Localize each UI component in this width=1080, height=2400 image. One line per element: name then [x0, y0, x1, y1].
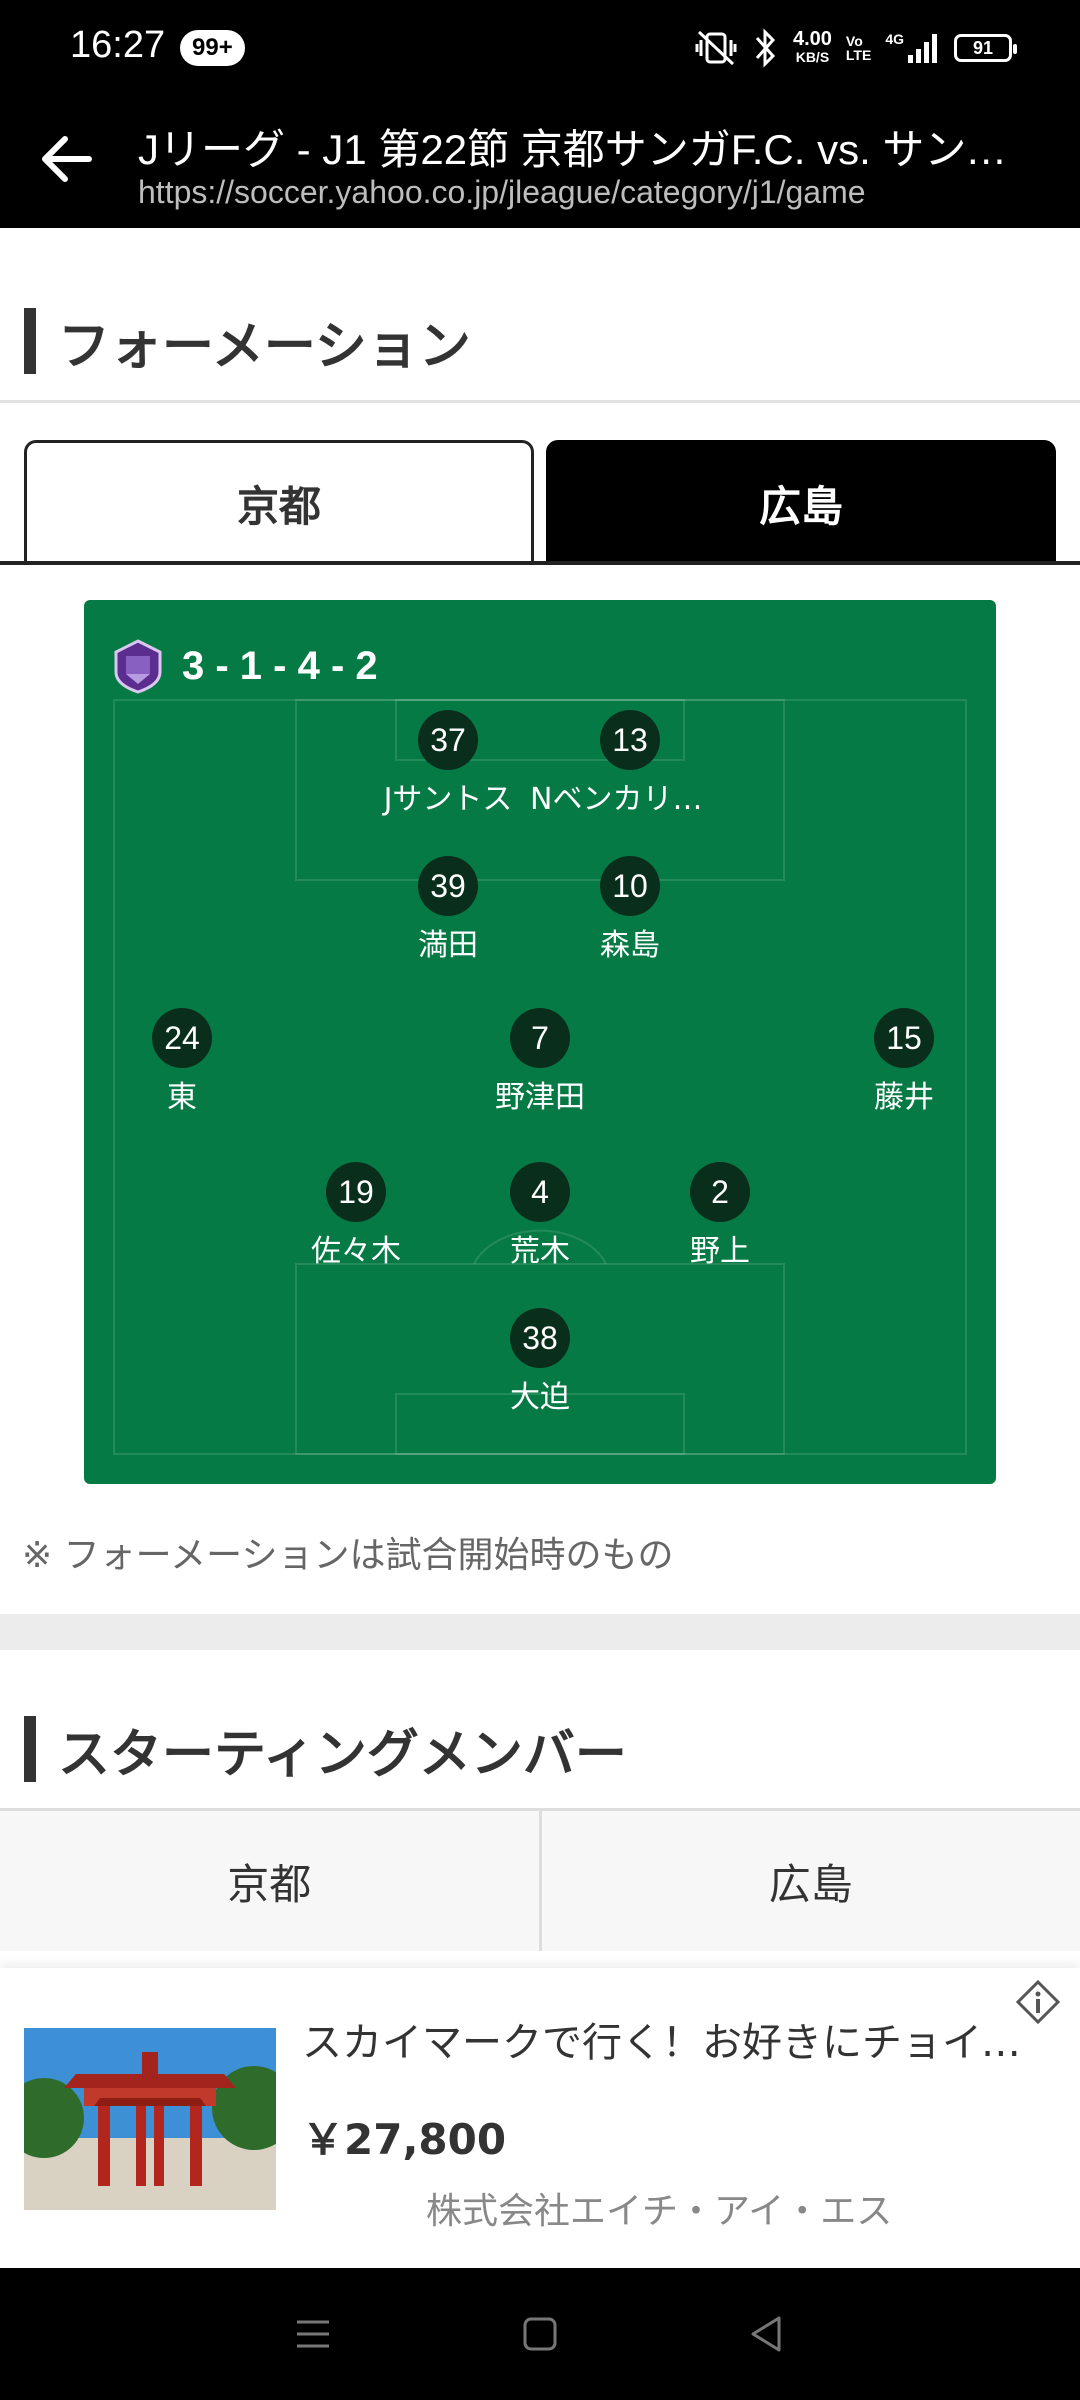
- player-number: 10: [600, 856, 660, 916]
- formation-label: 3 - 1 - 4 - 2: [110, 638, 378, 694]
- home-square-icon: [523, 2317, 557, 2351]
- player-number: 19: [326, 1162, 386, 1222]
- starting-members-table: 京都 広島: [0, 1808, 1080, 1968]
- player-name: 野津田: [495, 1080, 585, 1115]
- triangle-back-icon: [751, 2316, 781, 2352]
- formation-text: 3 - 1 - 4 - 2: [182, 643, 378, 688]
- home-button[interactable]: [510, 2304, 570, 2364]
- battery-icon: 91: [954, 34, 1017, 62]
- section-separator: [0, 1614, 1080, 1650]
- starting-members-heading: スターティングメンバー: [24, 1716, 627, 1785]
- ad-banner[interactable]: スカイマークで行く！お好きにチョイス沖縄 ￥27,800 株式会社エイチ・アイ・…: [0, 1968, 1080, 2268]
- notification-badge: 99+: [180, 30, 245, 66]
- tab-hiroshima[interactable]: 広島: [546, 440, 1056, 564]
- player-name: 大迫: [510, 1380, 570, 1415]
- page-url[interactable]: https://soccer.yahoo.co.jp/jleague/categ…: [138, 174, 1048, 211]
- formation-pitch: 3 - 1 - 4 - 2 37 Jサントス 13 Nベンカリファ 39 満田 10 森島 24…: [84, 600, 996, 1484]
- status-bar: 16:27 99+ 4.00 KB/S Vo LTE 4G 91: [0, 0, 1080, 96]
- player-marker: 13 Nベンカリファ: [530, 710, 730, 818]
- ad-title[interactable]: スカイマークで行く！お好きにチョイス沖縄: [302, 2010, 1032, 2068]
- ad-price: ￥27,800: [302, 2115, 507, 2164]
- volte-indicator: Vo LTE: [845, 33, 872, 63]
- signal-indicator: 4G: [885, 31, 940, 65]
- shrine-gate-image: [24, 2028, 276, 2210]
- table-header: 京都 広島: [0, 1811, 1080, 1951]
- arrow-left-icon: [42, 136, 92, 182]
- player-marker: 7 野津田: [440, 1008, 640, 1116]
- back-nav-button[interactable]: [737, 2304, 797, 2364]
- player-name: 満田: [418, 928, 478, 963]
- menu-button[interactable]: [283, 2304, 343, 2364]
- player-marker: 37 Jサントス: [348, 710, 548, 818]
- back-button[interactable]: [34, 126, 100, 192]
- heading-accent-bar: [24, 308, 36, 374]
- player-number: 37: [418, 710, 478, 770]
- player-number: 4: [510, 1162, 570, 1222]
- player-marker: 4 荒木: [440, 1162, 640, 1270]
- player-number: 2: [690, 1162, 750, 1222]
- player-number: 15: [874, 1008, 934, 1068]
- player-name: Jサントス: [383, 782, 513, 817]
- ad-info-icon[interactable]: [1014, 1978, 1062, 2026]
- browser-toolbar: Jリーグ - J1 第22節 京都サンガF.C. vs. サンフレッチェ広島 h…: [0, 96, 1080, 228]
- status-icons: 4.00 KB/S Vo LTE 4G 91: [693, 26, 1017, 70]
- player-number: 7: [510, 1008, 570, 1068]
- navigation-bar: [0, 2268, 1080, 2400]
- network-speed: 4.00 KB/S: [792, 28, 832, 65]
- player-marker: 24 東: [84, 1008, 282, 1116]
- formation-heading: フォーメーション: [24, 308, 471, 377]
- tab-baseline: [0, 561, 1080, 565]
- player-name: 野上: [690, 1234, 750, 1269]
- clock: 16:27: [70, 24, 166, 66]
- player-name: 東: [167, 1080, 197, 1115]
- player-marker: 19 佐々木: [256, 1162, 456, 1270]
- menu-icon: [297, 2320, 330, 2348]
- player-number: 39: [418, 856, 478, 916]
- column-kyoto: 京都: [227, 1859, 312, 1909]
- tab-kyoto[interactable]: 京都: [24, 440, 534, 564]
- divider: [0, 400, 1080, 403]
- ad-image[interactable]: [24, 2028, 276, 2210]
- player-marker: 2 野上: [620, 1162, 820, 1270]
- player-number: 38: [510, 1308, 570, 1368]
- player-marker: 39 満田: [348, 856, 548, 964]
- player-name: 森島: [600, 928, 660, 963]
- signal-icon: [908, 34, 937, 63]
- ad-company: 株式会社エイチ・アイ・エス: [426, 2191, 893, 2232]
- player-name: Nベンカリファ: [530, 782, 730, 817]
- team-tabs: 京都 広島: [24, 440, 1056, 564]
- page-title[interactable]: Jリーグ - J1 第22節 京都サンガF.C. vs. サンフレッチェ広島: [138, 116, 1048, 177]
- bluetooth-icon: [755, 28, 776, 68]
- player-number: 24: [152, 1008, 212, 1068]
- player-marker: 10 森島: [530, 856, 730, 964]
- formation-note: ※ フォーメーションは試合開始時のもの: [22, 1535, 674, 1576]
- player-name: 荒木: [510, 1234, 570, 1269]
- player-number: 13: [600, 710, 660, 770]
- column-hiroshima: 広島: [538, 1811, 1080, 1951]
- heading-accent-bar: [24, 1716, 36, 1782]
- player-marker: 38 大迫: [440, 1308, 640, 1416]
- player-name: 佐々木: [311, 1234, 401, 1269]
- team-emblem-icon: [114, 639, 162, 694]
- vibrate-mute-icon: [695, 30, 737, 66]
- player-name: 藤井: [874, 1080, 934, 1115]
- player-marker: 15 藤井: [804, 1008, 996, 1116]
